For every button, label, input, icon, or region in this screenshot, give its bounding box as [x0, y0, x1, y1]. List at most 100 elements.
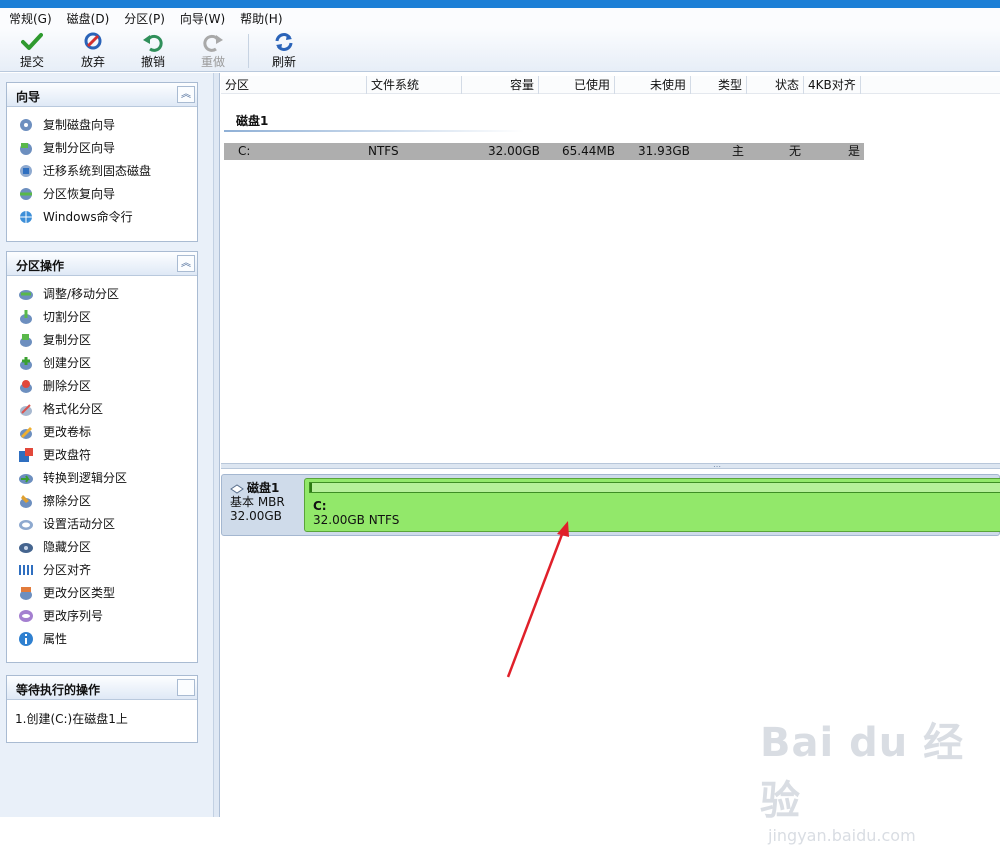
disk-group-label: 磁盘1 [236, 114, 269, 128]
toolbar: 提交 放弃 撤销 重做 刷新 [0, 28, 1000, 72]
serial-icon [17, 607, 35, 625]
toolbar-separator [248, 34, 249, 68]
menu-help[interactable]: 帮助(H) [238, 9, 284, 28]
partition-table-header: 分区 文件系统 容量 已使用 未使用 类型 状态 4KB对齐 [221, 76, 1000, 94]
watermark-url: jingyan.baidu.com [768, 826, 916, 845]
redo-button[interactable]: 重做 [191, 30, 235, 70]
op-change-type[interactable]: 更改分区类型 [7, 581, 197, 604]
col-4kb-aligned[interactable]: 4KB对齐 [804, 76, 861, 94]
wizard-copy-partition[interactable]: 复制分区向导 [7, 136, 197, 159]
title-bar [0, 0, 1000, 8]
copy-partition-icon [17, 139, 35, 157]
op-change-label[interactable]: 更改卷标 [7, 420, 197, 443]
partition-ops-list: 调整/移动分区 切割分区 复制分区 创建分区 删除分区 格式化分区 更改卷标 更… [7, 276, 197, 650]
col-status[interactable]: 状态 [747, 76, 804, 94]
op-hide[interactable]: 隐藏分区 [7, 535, 197, 558]
wizard-copy-disk[interactable]: 复制磁盘向导 [7, 113, 197, 136]
convert-icon [17, 469, 35, 487]
undo-button[interactable]: 撤销 [131, 30, 175, 70]
partition-block[interactable]: C: 32.00GB NTFS [304, 478, 1000, 532]
menu-wizard[interactable]: 向导(W) [178, 9, 227, 28]
drive-letter-icon [17, 446, 35, 464]
op-set-active[interactable]: 设置活动分区 [7, 512, 197, 535]
disk-group-divider [224, 130, 524, 132]
menu-bar: 常规(G) 磁盘(D) 分区(P) 向导(W) 帮助(H) [0, 8, 1000, 28]
op-label: 设置活动分区 [43, 517, 116, 531]
usage-bar [309, 482, 1000, 493]
wizard-item-label: 分区恢复向导 [43, 187, 116, 201]
wizard-item-label: 迁移系统到固态磁盘 [43, 164, 152, 178]
op-split[interactable]: 切割分区 [7, 305, 197, 328]
op-label: 格式化分区 [43, 402, 104, 416]
op-label: 分区对齐 [43, 563, 92, 577]
horizontal-splitter[interactable] [221, 463, 1000, 469]
menu-disk[interactable]: 磁盘(D) [65, 9, 112, 28]
redo-icon [203, 34, 223, 52]
disk-name: 磁盘1 [247, 481, 280, 495]
op-align[interactable]: 分区对齐 [7, 558, 197, 581]
refresh-button[interactable]: 刷新 [262, 30, 306, 70]
wizard-panel: 向导 ︽ 复制磁盘向导 复制分区向导 迁移系统到固态磁盘 分区恢复向导 Wind… [6, 82, 198, 242]
op-label: 隐藏分区 [43, 540, 92, 554]
op-format[interactable]: 格式化分区 [7, 397, 197, 420]
vertical-splitter[interactable] [213, 73, 220, 817]
op-label: 更改分区类型 [43, 586, 116, 600]
resize-icon [17, 285, 35, 303]
disk-icon [230, 483, 244, 494]
collapse-icon[interactable]: ︽ [177, 255, 195, 272]
discard-label: 放弃 [80, 55, 105, 69]
check-icon [21, 33, 43, 50]
disk-type: 基本 MBR [230, 495, 285, 509]
op-create[interactable]: 创建分区 [7, 351, 197, 374]
hide-icon [17, 538, 35, 556]
redo-label: 重做 [200, 55, 225, 69]
copy-icon [17, 331, 35, 349]
pending-op-item[interactable]: 1.创建(C:)在磁盘1上 [15, 710, 128, 727]
watermark-brand: Bai du 经验 [760, 720, 965, 824]
cell-type: 主 [732, 144, 745, 158]
refresh-icon [275, 33, 293, 51]
op-label: 属性 [43, 632, 68, 646]
annotation-arrow [506, 521, 569, 678]
col-used[interactable]: 已使用 [539, 76, 615, 94]
wizard-migrate-os[interactable]: 迁移系统到固态磁盘 [7, 159, 197, 182]
discard-button[interactable]: 放弃 [71, 30, 115, 70]
col-type[interactable]: 类型 [691, 76, 747, 94]
watermark: Bai du 经验 jingyan.baidu.com [760, 710, 1000, 845]
op-copy[interactable]: 复制分区 [7, 328, 197, 351]
create-icon [17, 354, 35, 372]
col-unused[interactable]: 未使用 [615, 76, 691, 94]
op-convert-logical[interactable]: 转换到逻辑分区 [7, 466, 197, 489]
partition-recovery-icon [17, 185, 35, 203]
set-active-icon [17, 515, 35, 533]
col-filesystem[interactable]: 文件系统 [367, 76, 462, 94]
apply-button[interactable]: 提交 [10, 30, 54, 70]
op-label: 调整/移动分区 [43, 287, 120, 301]
op-delete[interactable]: 删除分区 [7, 374, 197, 397]
wizard-windows-cmd[interactable]: Windows命令行 [7, 205, 197, 228]
col-capacity[interactable]: 容量 [462, 76, 539, 94]
op-label: 创建分区 [43, 356, 92, 370]
wizard-item-label: Windows命令行 [43, 210, 133, 224]
disk-info[interactable]: 磁盘1 基本 MBR 32.00GB [230, 481, 304, 523]
op-properties[interactable]: 属性 [7, 627, 197, 650]
partition-ops-panel: 分区操作 ︽ 调整/移动分区 切割分区 复制分区 创建分区 删除分区 格式化分区… [6, 251, 198, 663]
cell-unused: 31.93GB [638, 144, 690, 158]
delete-icon [17, 377, 35, 395]
op-label: 擦除分区 [43, 494, 92, 508]
op-change-drive-letter[interactable]: 更改盘符 [7, 443, 197, 466]
menu-general[interactable]: 常规(G) [7, 9, 54, 28]
op-resize-move[interactable]: 调整/移动分区 [7, 282, 197, 305]
pending-ops-title: 等待执行的操作 [16, 683, 101, 697]
table-row[interactable]: C: NTFS 32.00GB 65.44MB 31.93GB 主 无 是 [224, 143, 864, 160]
discard-icon [84, 32, 102, 50]
wizard-partition-recovery[interactable]: 分区恢复向导 [7, 182, 197, 205]
menu-partition[interactable]: 分区(P) [122, 9, 167, 28]
format-icon [17, 400, 35, 418]
col-partition[interactable]: 分区 [221, 76, 367, 94]
op-change-serial[interactable]: 更改序列号 [7, 604, 197, 627]
collapse-icon[interactable]: ︽ [177, 86, 195, 103]
op-wipe[interactable]: 擦除分区 [7, 489, 197, 512]
partition-ops-header: 分区操作 ︽ [7, 252, 197, 276]
collapse-icon[interactable] [177, 679, 195, 696]
